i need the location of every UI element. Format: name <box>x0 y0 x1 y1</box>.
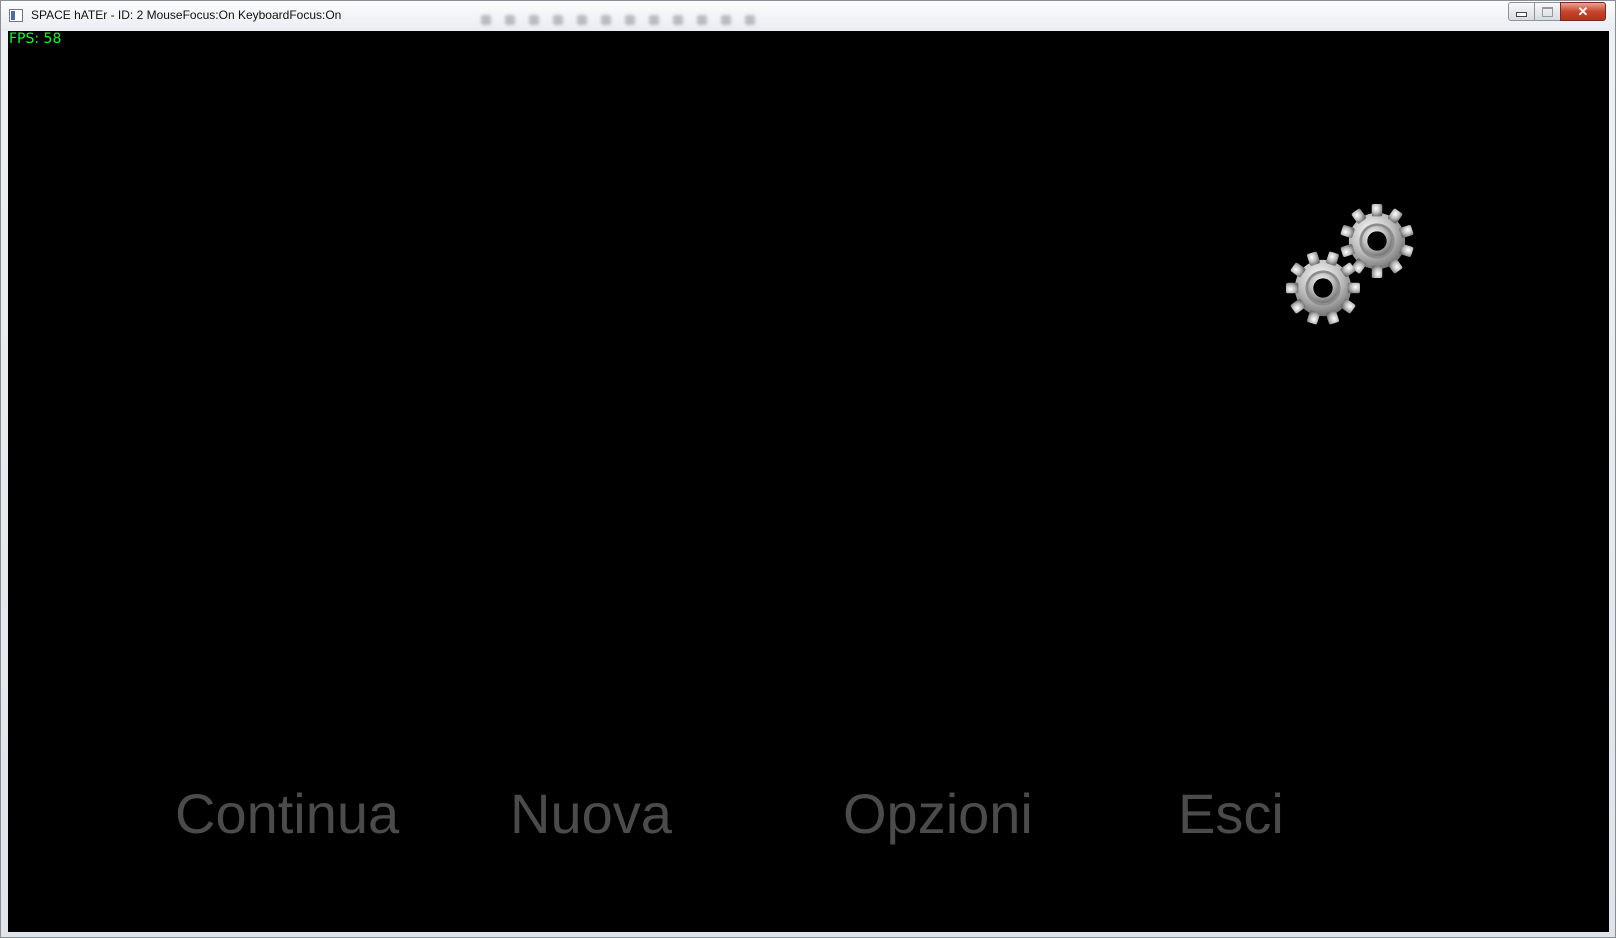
title-bar[interactable]: SPACE hATEr - ID: 2 MouseFocus:On Keyboa… <box>1 1 1615 31</box>
app-window: SPACE hATEr - ID: 2 MouseFocus:On Keyboa… <box>0 0 1616 938</box>
menu-item-esci[interactable]: Esci <box>1178 781 1284 846</box>
window-title: SPACE hATEr - ID: 2 MouseFocus:On Keyboa… <box>31 8 342 22</box>
minimize-button[interactable] <box>1508 2 1535 21</box>
maximize-button[interactable] <box>1534 2 1561 21</box>
maximize-icon <box>1542 7 1553 17</box>
app-icon[interactable] <box>9 9 23 22</box>
close-button[interactable]: ✕ <box>1560 2 1606 21</box>
menu-item-opzioni[interactable]: Opzioni <box>843 781 1033 846</box>
gears-icon <box>1283 204 1414 335</box>
background-toolbar-ghost <box>481 15 941 27</box>
close-icon: ✕ <box>1577 4 1589 19</box>
game-canvas[interactable]: FPS: 58 Continua Nuova Opzioni Esci <box>8 31 1609 932</box>
menu-item-nuova[interactable]: Nuova <box>510 781 672 846</box>
menu-item-continua[interactable]: Continua <box>175 781 399 846</box>
fps-counter: FPS: 58 <box>9 31 62 47</box>
minimize-icon <box>1516 12 1527 17</box>
